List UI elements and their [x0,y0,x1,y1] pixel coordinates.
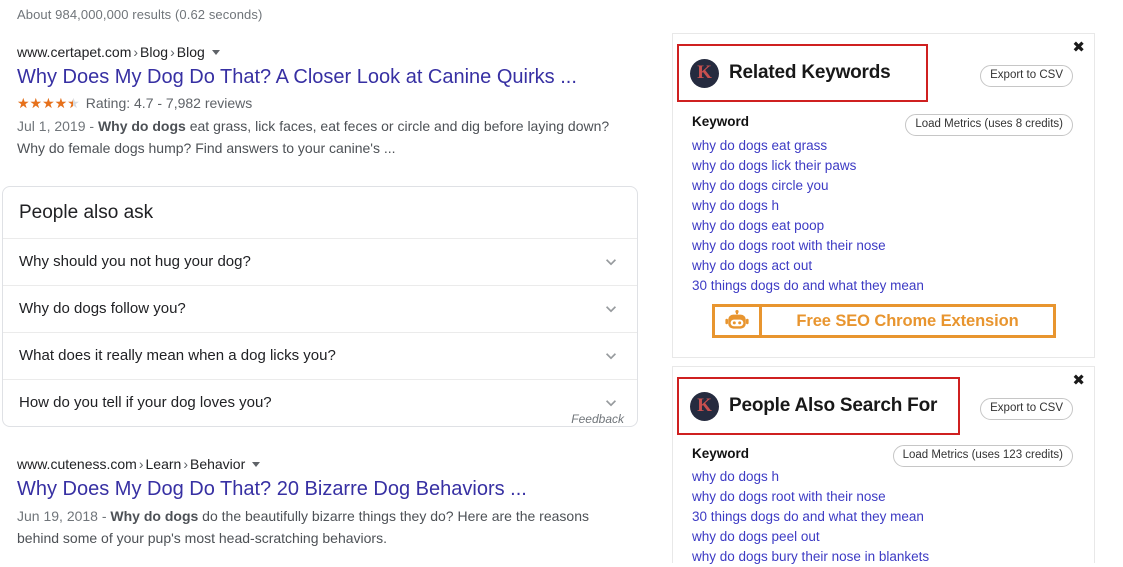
export-to-csv-button[interactable]: Export to CSV [980,398,1073,420]
breadcrumb-part-2: Blog [176,44,205,60]
search-result: www.cuteness.com › Learn › Behavior Why Does… [17,455,617,549]
brand-initial: K [697,395,712,417]
keyword-item[interactable]: why do dogs h [692,196,1080,216]
keyword-item[interactable]: why do dogs h [692,467,1080,487]
panel-title: People Also Search For [729,395,938,416]
breadcrumb-separator: › [183,456,188,472]
people-also-ask-question: How do you tell if your dog loves you? [19,394,272,411]
snippet-bold-term: Why do dogs [110,508,199,524]
breadcrumb[interactable]: www.certapet.com › Blog › Blog [17,43,617,61]
people-also-ask-item[interactable]: Why do dogs follow you? [3,285,637,332]
keyword-item[interactable]: 30 things dogs do and what they mean [692,276,1080,296]
export-to-csv-button[interactable]: Export to CSV [980,65,1073,87]
result-title-link[interactable]: Why Does My Dog Do That? A Closer Look a… [17,64,617,90]
people-also-ask-question: Why should you not hug your dog? [19,253,251,270]
keyword-item[interactable]: why do dogs root with their nose [692,236,1080,256]
people-also-search-for-panel: ✖ K People Also Search For Export to CSV… [672,366,1095,564]
keyword-list: why do dogs h why do dogs root with thei… [692,467,1080,567]
panel-header-highlight: K Related Keywords [677,44,928,102]
keyword-item[interactable]: why do dogs bury their nose in blankets [692,547,1080,567]
keyword-item[interactable]: why do dogs act out [692,256,1080,276]
breadcrumb-separator: › [138,456,144,472]
search-results-column: About 984,000,000 results (0.62 seconds)… [0,0,655,563]
chevron-down-icon[interactable] [601,252,621,272]
keyword-column-header: Keyword [692,114,750,129]
snippet-bold-term: Why do dogs [97,118,186,134]
extension-cta-label: Free SEO Chrome Extension [796,311,1019,330]
people-also-ask-item[interactable]: Why should you not hug your dog? [3,238,637,285]
rating-row: ★★★★★★★★★★ Rating: 4.7 - 7,982 reviews [17,94,617,112]
close-icon[interactable]: ✖ [1072,373,1085,388]
keyword-item[interactable]: why do dogs eat grass [692,136,1080,156]
search-result: www.certapet.com › Blog › Blog Why Does My D… [17,43,617,159]
keyword-item[interactable]: why do dogs eat poop [692,216,1080,236]
free-seo-chrome-extension-button[interactable]: Free SEO Chrome Extension [712,304,1056,338]
chevron-down-icon[interactable] [211,50,220,55]
related-keywords-panel: ✖ K Related Keywords Export to CSV Load … [672,33,1095,358]
close-icon[interactable]: ✖ [1072,40,1085,55]
keyword-item[interactable]: why do dogs peel out [692,527,1080,547]
people-also-ask-heading: People also ask [19,202,154,223]
rating-label: Rating: 4.7 - 7,982 reviews [85,95,253,111]
people-also-ask-question: What does it really mean when a dog lick… [19,347,336,364]
result-snippet: Jul 1, 2019 - Why do dogs eat grass, lic… [17,115,617,159]
panel-header-highlight: K People Also Search For [677,377,960,435]
chevron-down-icon[interactable] [252,462,261,467]
keyword-item[interactable]: why do dogs root with their nose [692,487,1080,507]
breadcrumb-part-1: Learn [145,456,182,472]
chevron-down-icon[interactable] [601,393,621,413]
feedback-link[interactable]: Feedback [0,412,624,426]
keyword-item[interactable]: 30 things dogs do and what they mean [692,507,1080,527]
breadcrumb-domain: www.certapet.com [17,44,132,60]
result-stats: About 984,000,000 results (0.62 seconds) [17,7,263,22]
breadcrumb-separator: › [133,44,139,60]
people-also-ask-question: Why do dogs follow you? [19,300,186,317]
keyword-column-header: Keyword [692,446,750,461]
brand-logo-icon: K [690,391,719,421]
star-rating-icon: ★★★★★★★★★★ [17,95,80,111]
panel-title: Related Keywords [729,62,891,83]
breadcrumb-part-2: Behavior [189,456,246,472]
breadcrumb-separator: › [170,44,175,60]
brand-logo-icon: K [690,58,719,88]
robot-icon [715,307,762,335]
result-snippet: Jun 19, 2018 - Why do dogs do the beauti… [17,505,617,549]
people-also-ask-item[interactable]: What does it really mean when a dog lick… [3,332,637,379]
chevron-down-icon[interactable] [601,299,621,319]
load-metrics-button[interactable]: Load Metrics (uses 8 credits) [905,114,1073,136]
keyword-item[interactable]: why do dogs lick their paws [692,156,1080,176]
load-metrics-button[interactable]: Load Metrics (uses 123 credits) [892,445,1073,467]
breadcrumb-part-1: Blog [140,44,169,60]
breadcrumb[interactable]: www.cuteness.com › Learn › Behavior [17,455,617,473]
keyword-list: why do dogs eat grass why do dogs lick t… [692,136,1080,296]
people-also-ask-card: People also ask Why should you not hug y… [2,186,638,427]
result-title-link[interactable]: Why Does My Dog Do That? 20 Bizarre Dog … [17,476,617,502]
breadcrumb-domain: www.cuteness.com [17,456,137,472]
snippet-date: Jul 1, 2019 - [17,118,98,134]
brand-initial: K [697,62,712,84]
keyword-item[interactable]: why do dogs circle you [692,176,1080,196]
chevron-down-icon[interactable] [601,346,621,366]
snippet-date: Jun 19, 2018 - [17,508,111,524]
